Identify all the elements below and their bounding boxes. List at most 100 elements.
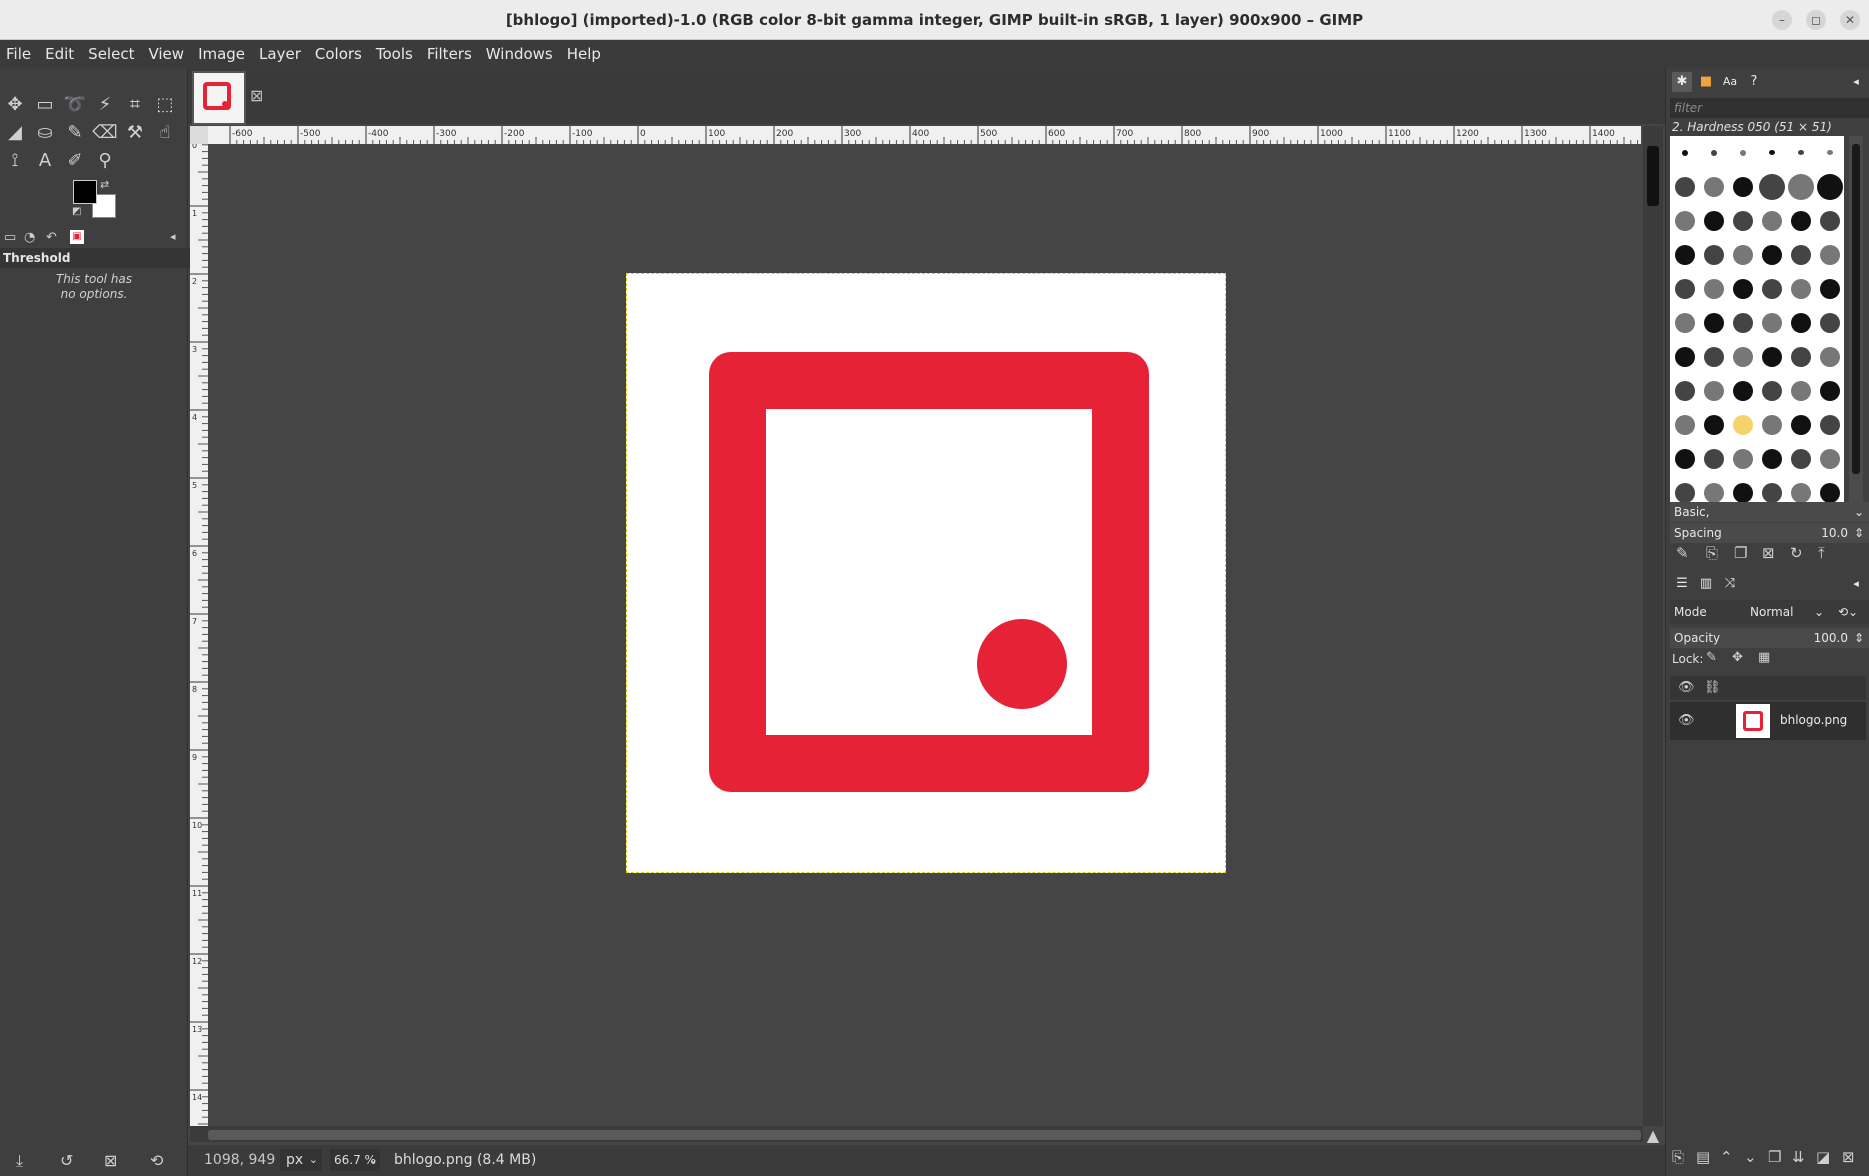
default-colors-icon[interactable]: ◩ [72,206,81,217]
brush-preset-select[interactable]: Basic, ⌄ [1670,502,1869,522]
fuzzy-select-tool-icon[interactable]: ⚡ [92,92,118,118]
brush-thumbnail[interactable] [1681,150,1688,156]
menu-edit[interactable]: Edit [43,45,82,63]
brush-thumbnail[interactable] [1732,211,1753,231]
close-button[interactable]: ✕ [1840,10,1860,30]
brush-thumbnail[interactable] [1761,415,1782,435]
reset-options-icon[interactable]: ⟲ [150,1151,163,1170]
menu-windows[interactable]: Windows [484,45,561,63]
menu-help[interactable]: Help [565,45,609,63]
refresh-brushes-icon[interactable]: ↻ [1790,544,1803,562]
mode-switch-icon[interactable]: ⟲⌄ [1838,600,1858,624]
brush-thumbnail[interactable] [1790,347,1811,367]
brush-scroll-thumb[interactable] [1852,144,1860,474]
swap-colors-icon[interactable]: ⇄ [100,178,109,191]
dock-menu-icon[interactable]: ◂ [170,230,176,243]
brush-thumbnail[interactable] [1703,381,1724,401]
image-layer-preview[interactable] [626,273,1226,873]
brush-thumbnail[interactable] [1761,381,1782,401]
layer-mode-select[interactable]: Mode Normal ⌄ ⟲⌄ [1670,600,1869,624]
lower-layer-icon[interactable]: ⌄ [1744,1148,1757,1166]
brush-thumbnail[interactable] [1732,279,1753,299]
menu-view[interactable]: View [146,45,192,63]
edit-brush-icon[interactable]: ✎ [1676,544,1689,562]
delete-brush-icon[interactable]: ⊠ [1762,544,1775,562]
dock-menu-icon[interactable]: ◂ [1846,72,1866,92]
spacing-slider[interactable]: Spacing 10.0 ⇕ [1670,523,1869,543]
brush-thumbnail[interactable] [1732,415,1753,435]
brush-thumbnail[interactable] [1819,347,1840,367]
menu-tools[interactable]: Tools [374,45,421,63]
anchor-layer-icon[interactable]: ⇊ [1792,1148,1805,1166]
paths-tool-icon[interactable]: ⟟ [2,148,28,174]
vertical-scroll-thumb[interactable] [1647,146,1659,206]
document-history-tab-icon[interactable]: ? [1744,72,1764,92]
brush-thumbnail[interactable] [1761,347,1782,367]
foreground-color-swatch[interactable] [73,180,97,204]
brush-thumbnail[interactable] [1732,313,1753,333]
vertical-ruler[interactable]: 0123456789101112131415 [190,144,208,1126]
open-brush-folder-icon[interactable]: ⤒ [1818,544,1825,562]
brush-thumbnail[interactable] [1739,150,1746,156]
brush-thumbnail[interactable] [1703,211,1724,231]
eraser-tool-icon[interactable]: ⌫ [92,120,118,146]
images-tab-icon[interactable]: ▣ [70,230,84,244]
brush-thumbnail[interactable] [1674,211,1695,231]
brush-thumbnail[interactable] [1761,449,1782,469]
brush-thumbnail[interactable] [1703,347,1724,367]
brush-thumbnail[interactable] [1761,313,1782,333]
brush-thumbnail[interactable] [1819,211,1840,231]
brush-thumbnail[interactable] [1790,279,1811,299]
patterns-tab-icon[interactable]: ■ [1696,72,1716,92]
horizontal-scroll-thumb[interactable] [208,1130,1641,1140]
restore-options-icon[interactable]: ↺ [60,1151,73,1170]
brush-grid[interactable] [1670,136,1844,516]
brush-thumbnail[interactable] [1674,381,1695,401]
raise-layer-icon[interactable]: ⌃ [1720,1148,1733,1166]
brush-thumbnail[interactable] [1758,174,1785,200]
brush-thumbnail[interactable] [1732,483,1753,503]
zoom-select[interactable]: 66.7 % ⌄ [330,1149,380,1171]
new-layer-icon[interactable]: ⎘ [1672,1148,1684,1166]
duplicate-brush-icon[interactable]: ❐ [1734,544,1747,562]
brush-thumbnail[interactable] [1819,245,1840,265]
brush-thumbnail[interactable] [1674,449,1695,469]
brush-thumbnail[interactable] [1674,483,1695,503]
bucket-fill-tool-icon[interactable]: ⛀ [32,120,58,146]
tool-options-tab-icon[interactable]: ▭ [4,230,16,245]
brush-thumbnail[interactable] [1674,347,1695,367]
brush-thumbnail[interactable] [1703,449,1724,469]
brush-thumbnail[interactable] [1761,279,1782,299]
image-tab-thumbnail[interactable] [192,71,246,125]
brush-thumbnail[interactable] [1674,245,1695,265]
save-options-icon[interactable]: ⤓ [16,1151,23,1171]
channels-tab-icon[interactable]: ▥ [1696,574,1716,594]
new-brush-icon[interactable]: ⎘ [1706,544,1718,562]
brush-thumbnail[interactable] [1710,150,1717,156]
maximize-button[interactable]: ◻ [1806,10,1826,30]
spin-icon[interactable]: ⇕ [1854,628,1864,648]
delete-layer-icon[interactable]: ⊠ [1842,1148,1855,1166]
brush-thumbnail[interactable] [1703,245,1724,265]
paths-tab-icon[interactable]: ⤨ [1720,574,1740,594]
move-tool-icon[interactable]: ✥ [2,92,28,118]
opacity-slider[interactable]: Opacity 100.0 ⇕ [1670,628,1869,648]
text-tool-icon[interactable]: A [32,148,58,174]
brush-thumbnail[interactable] [1703,483,1724,503]
new-layer-group-icon[interactable]: ▤ [1696,1148,1710,1166]
brush-thumbnail[interactable] [1797,150,1804,155]
fonts-tab-icon[interactable]: Aa [1720,72,1740,92]
layers-dock-menu-icon[interactable]: ◂ [1846,574,1866,594]
layer-mask-icon[interactable]: ◪ [1816,1148,1830,1166]
layers-tab-icon[interactable]: ☰ [1672,574,1692,594]
layer-row[interactable]: 👁 bhlogo.png [1670,702,1866,740]
ruler-corner[interactable] [190,126,208,144]
rect-select-tool-icon[interactable]: ▭ [32,92,58,118]
menu-file[interactable]: File [4,45,39,63]
brush-thumbnail[interactable] [1819,449,1840,469]
horizontal-scrollbar[interactable] [190,1126,1643,1142]
brush-thumbnail[interactable] [1790,313,1811,333]
brush-thumbnail[interactable] [1790,449,1811,469]
transform-tool-icon[interactable]: ⬚ [152,92,178,118]
close-tab-icon[interactable]: ⊠ [250,86,263,105]
